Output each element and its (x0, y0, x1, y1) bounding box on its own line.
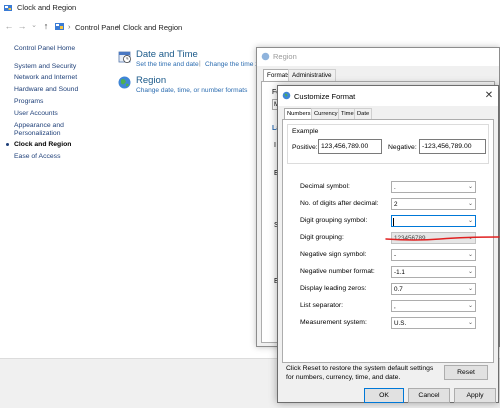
control-panel-titlebar: Clock and Region (0, 0, 500, 17)
decimal-symbol-label: Decimal symbol: (300, 183, 350, 190)
region-titlebar: Region (257, 48, 499, 66)
ok-button[interactable]: OK (364, 388, 404, 403)
text-caret (393, 218, 394, 226)
chevron-down-icon: ⌄ (467, 184, 473, 190)
globe-icon (282, 91, 291, 100)
nav-ease-of-access[interactable]: Ease of Access (14, 153, 60, 160)
chevron-down-icon: ⌄ (467, 201, 473, 207)
tab-administrative[interactable]: Administrative (288, 69, 336, 81)
recent-dropdown-icon[interactable]: ⌄ (29, 21, 39, 31)
nav-hardware-and-sound[interactable]: Hardware and Sound (14, 86, 78, 93)
forward-arrow-icon[interactable]: → (17, 21, 27, 31)
reset-button[interactable]: Reset (444, 365, 488, 380)
example-heading: Example (292, 128, 319, 135)
measurement-system-dropdown[interactable]: U.S. ⌄ (391, 317, 476, 329)
digit-grouping-symbol-label: Digit grouping symbol: (300, 217, 368, 224)
red-annotation-underline (385, 236, 500, 241)
apply-button[interactable]: Apply (454, 388, 496, 403)
digit-grouping-label: Digit grouping: (300, 234, 344, 241)
reset-description: Click Reset to restore the system defaul… (286, 365, 434, 381)
chevron-down-icon: ⌄ (467, 320, 473, 326)
link-separator: | (199, 60, 201, 67)
nav-control-panel-home[interactable]: Control Panel Home (14, 45, 75, 52)
display-leading-zeros-dropdown[interactable]: 0.7 ⌄ (391, 283, 476, 295)
region-title[interactable]: Region (136, 75, 166, 86)
control-panel-breadcrumb-icon (55, 23, 64, 30)
digit-grouping-symbol-dropdown[interactable]: ⌄ (391, 215, 476, 227)
globe-icon (118, 76, 131, 89)
display-leading-zeros-label: Display leading zeros: (300, 285, 367, 292)
set-time-and-date-link[interactable]: Set the time and date (136, 61, 199, 68)
date-and-time-icon (118, 51, 131, 63)
digits-after-decimal-dropdown[interactable]: 2 ⌄ (391, 198, 476, 210)
back-arrow-icon[interactable]: ← (4, 21, 14, 31)
nav-appearance-line1[interactable]: Appearance and (14, 122, 64, 129)
customize-format-title: Customize Format (294, 92, 356, 101)
negative-sign-symbol-label: Negative sign symbol: (300, 251, 367, 258)
example-group: Example Positive: 123,456,789.00 Negativ… (287, 124, 489, 164)
change-time-zone-link[interactable]: Change the time zo (205, 61, 262, 68)
positive-label: Positive: (292, 144, 318, 151)
chevron-down-icon: ⌄ (467, 218, 473, 224)
negative-example-field: -123,456,789.00 (419, 139, 486, 154)
left-navigation: Control Panel Home System and Security N… (0, 37, 100, 397)
chevron-right-icon: › (68, 22, 71, 31)
breadcrumb-clock-and-region[interactable]: Clock and Region (123, 23, 182, 32)
nav-user-accounts[interactable]: User Accounts (14, 110, 58, 117)
nav-system-and-security[interactable]: System and Security (14, 63, 76, 70)
nav-network-and-internet[interactable]: Network and Internet (14, 74, 77, 81)
positive-example-field: 123,456,789.00 (318, 139, 382, 154)
chevron-right-icon: › (117, 22, 120, 31)
negative-number-format-dropdown[interactable]: -1.1 ⌄ (391, 266, 476, 278)
cancel-button[interactable]: Cancel (408, 388, 450, 403)
digits-after-decimal-label: No. of digits after decimal: (300, 200, 379, 207)
list-separator-dropdown[interactable]: , ⌄ (391, 300, 476, 312)
nav-appearance-line2[interactable]: Personalization (14, 130, 60, 137)
decimal-symbol-dropdown[interactable]: . ⌄ (391, 181, 476, 193)
globe-icon (261, 52, 270, 61)
nav-clock-and-region: Clock and Region (14, 141, 72, 148)
chevron-down-icon: ⌄ (467, 269, 473, 275)
measurement-system-label: Measurement system: (300, 319, 367, 326)
chevron-down-icon: ⌄ (467, 252, 473, 258)
tab-currency[interactable]: Currency (311, 108, 341, 119)
negative-label: Negative: (388, 144, 417, 151)
region-dialog-title: Region (273, 52, 297, 61)
change-formats-link[interactable]: Change date, time, or number formats (136, 87, 247, 94)
breadcrumb-control-panel[interactable]: Control Panel (75, 23, 120, 32)
negative-sign-symbol-dropdown[interactable]: - ⌄ (391, 249, 476, 261)
date-and-time-title[interactable]: Date and Time (136, 49, 198, 60)
close-icon[interactable]: ✕ (483, 90, 495, 102)
address-bar: ← → ⌄ ↑ › Control Panel › Clock and Regi… (0, 17, 500, 37)
current-page-bullet-icon (6, 143, 9, 146)
row-fragment-1: I (274, 142, 276, 149)
negative-number-format-label: Negative number format: (300, 268, 375, 275)
control-panel-icon (4, 5, 12, 11)
up-arrow-icon[interactable]: ↑ (41, 21, 51, 31)
nav-programs[interactable]: Programs (14, 98, 43, 105)
tab-date[interactable]: Date (354, 108, 373, 119)
window-title: Clock and Region (17, 3, 77, 12)
chevron-down-icon: ⌄ (467, 286, 473, 292)
chevron-down-icon: ⌄ (467, 303, 473, 309)
list-separator-label: List separator: (300, 302, 344, 309)
customize-format-titlebar: Customize Format ✕ (278, 86, 498, 106)
